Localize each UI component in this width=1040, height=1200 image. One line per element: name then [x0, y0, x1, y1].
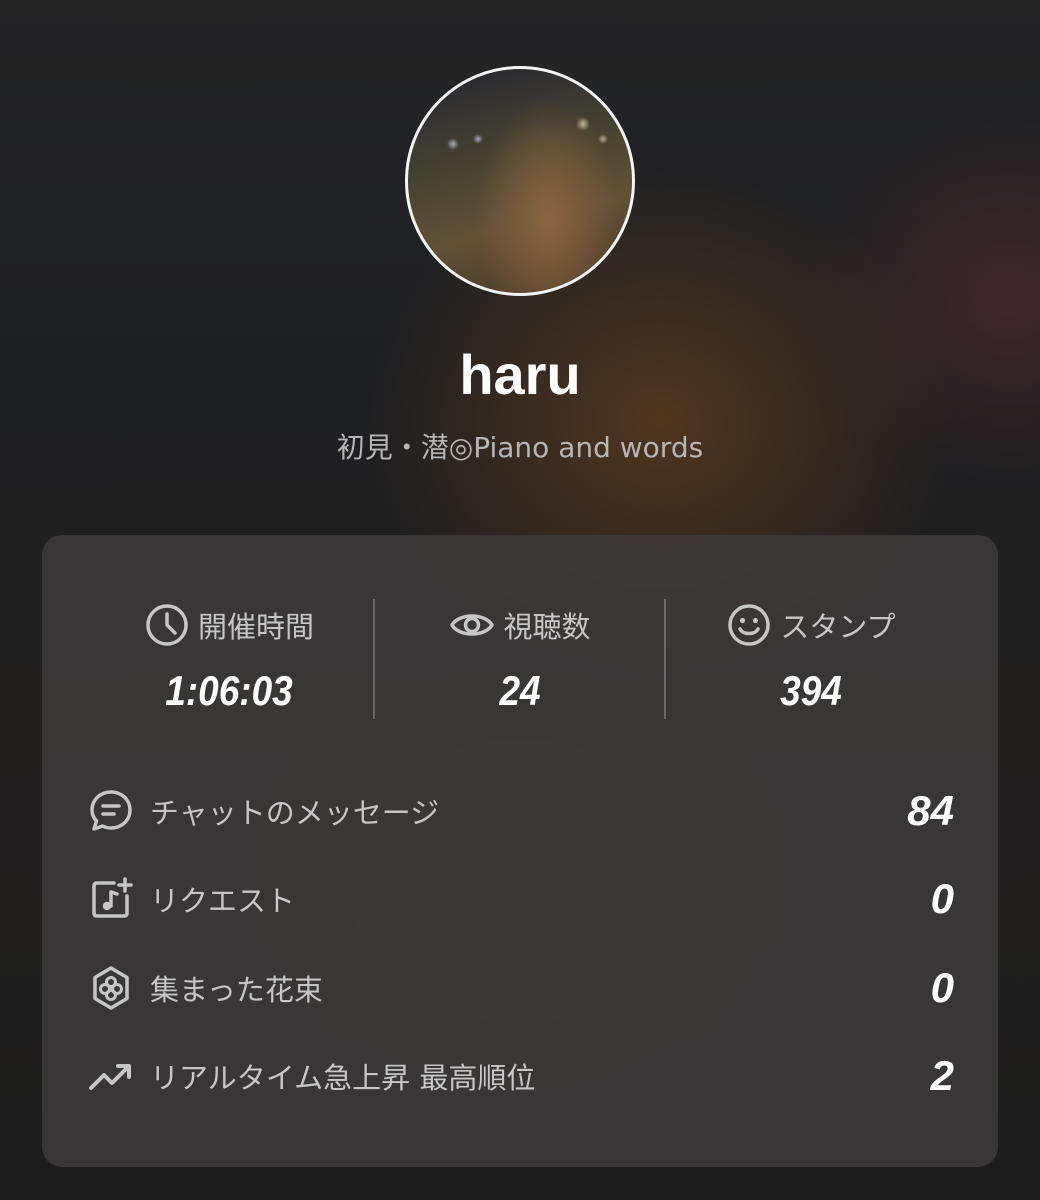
stat-stamps: スタンプ 394 — [666, 595, 956, 717]
stat-value: 24 — [499, 667, 541, 714]
smiley-icon — [728, 604, 771, 646]
stat-views: 視聴数 24 — [375, 595, 665, 717]
profile-subtitle: 初見・潜◎Piano and words — [336, 431, 704, 464]
row-label: 集まった花束 — [150, 973, 323, 1007]
row-bouquets: 集まった花束 0 — [88, 958, 954, 1018]
profile-name: haru — [459, 343, 581, 406]
music-request-icon — [92, 877, 133, 918]
eye-icon — [450, 614, 495, 636]
row-label: リアルタイム急上昇 最高順位 — [150, 1061, 536, 1095]
row-requests: リクエスト 0 — [88, 869, 954, 929]
stat-duration: 開催時間 1:06:03 — [84, 595, 374, 717]
clock-icon — [146, 604, 188, 646]
row-value: 2 — [930, 1052, 954, 1099]
stat-value: 1:06:03 — [165, 667, 293, 714]
stat-label: スタンプ — [780, 610, 896, 644]
chat-bubble-icon — [90, 790, 132, 831]
flower-icon — [93, 966, 129, 1010]
row-value: 84 — [907, 787, 954, 834]
stat-label: 開催時間 — [197, 610, 314, 644]
row-value: 0 — [930, 875, 954, 922]
row-realtime-rank: リアルタイム急上昇 最高順位 2 — [88, 1046, 954, 1106]
stat-label: 視聴数 — [503, 610, 591, 644]
trending-up-icon — [89, 1064, 131, 1090]
stats-card: 開催時間 1:06:03 視聴数 24 スタンプ 394 チャットのメッセージ … — [42, 535, 998, 1167]
profile-avatar[interactable] — [405, 66, 635, 296]
stat-value: 394 — [780, 667, 842, 714]
row-label: チャットのメッセージ — [150, 796, 440, 830]
row-label: リクエスト — [150, 884, 296, 918]
row-chat-messages: チャットのメッセージ 84 — [88, 781, 954, 841]
row-value: 0 — [930, 964, 954, 1011]
